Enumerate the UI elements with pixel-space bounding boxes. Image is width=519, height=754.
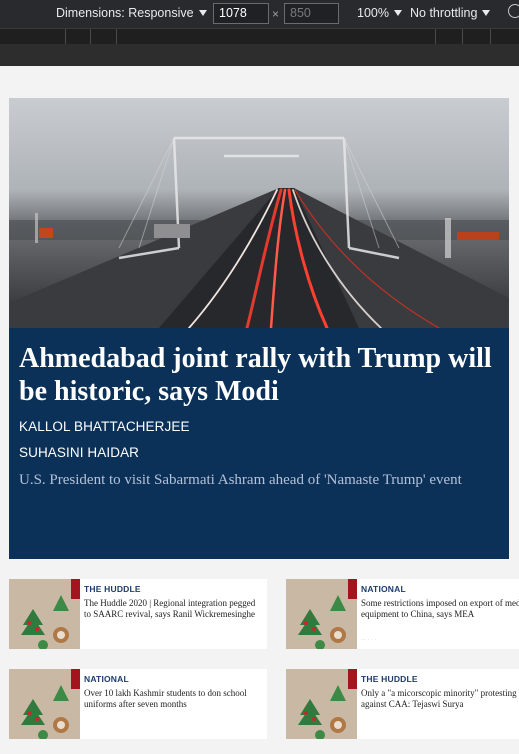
story-headline[interactable]: Only a "a micorscopic minority" protesti…	[361, 688, 519, 710]
section-label[interactable]: NATIONAL	[361, 584, 406, 594]
height-input[interactable]: 850	[284, 3, 339, 24]
section-label[interactable]: NATIONAL	[84, 674, 129, 684]
story-headline[interactable]: The Huddle 2020 | Regional integration p…	[84, 598, 262, 620]
section-label[interactable]: THE HUDDLE	[361, 674, 418, 684]
ruler-tick	[90, 29, 91, 44]
ruler-tick	[462, 29, 463, 44]
story-thumbnail	[286, 579, 357, 649]
author-name[interactable]: KALLOL BHATTACHERJEE	[19, 419, 190, 434]
chevron-down-icon	[482, 10, 491, 16]
zoom-label: 100%	[357, 6, 389, 20]
ruler-tick	[435, 29, 436, 44]
story-thumbnail	[9, 579, 80, 649]
dimensions-label: Dimensions: Responsive	[56, 6, 194, 20]
author-name[interactable]: SUHASINI HAIDAR	[19, 445, 139, 460]
hero-headline[interactable]: Ahmedabad joint rally with Trump will be…	[19, 342, 499, 408]
dimensions-dropdown[interactable]: Dimensions: Responsive	[56, 6, 207, 20]
faint-text: ... . . .	[361, 636, 377, 642]
chevron-down-icon	[198, 10, 207, 16]
chevron-down-icon	[393, 10, 402, 16]
zoom-dropdown[interactable]: 100%	[357, 6, 402, 20]
ruler-tick	[116, 29, 117, 44]
hero-subheadline: U.S. President to visit Sabarmati Ashram…	[19, 472, 462, 488]
times-icon: ×	[272, 7, 280, 21]
media-query-ruler[interactable]	[0, 28, 519, 44]
ruler-tick	[490, 29, 491, 44]
story-card[interactable]: NATIONAL Over 10 lakh Kashmir students t…	[9, 669, 267, 739]
story-headline[interactable]: Some restrictions imposed on export of m…	[361, 598, 519, 620]
ruler-tick	[65, 29, 66, 44]
story-thumbnail	[286, 669, 357, 739]
hero-image	[9, 98, 509, 328]
story-card[interactable]: THE HUDDLE Only a "a micorscopic minorit…	[286, 669, 519, 739]
story-thumbnail	[9, 669, 80, 739]
story-headline[interactable]: Over 10 lakh Kashmir students to don sch…	[84, 688, 262, 710]
throttling-label: No throttling	[410, 6, 478, 20]
width-input[interactable]: 1078	[213, 3, 269, 24]
throttling-dropdown[interactable]: No throttling	[410, 6, 491, 20]
hero-story[interactable]: Ahmedabad joint rally with Trump will be…	[9, 98, 509, 559]
story-card[interactable]: NATIONAL Some restrictions imposed on ex…	[286, 579, 519, 649]
viewport-top-shade	[0, 44, 519, 66]
story-card[interactable]: THE HUDDLE The Huddle 2020 | Regional in…	[9, 579, 267, 649]
section-label[interactable]: THE HUDDLE	[84, 584, 141, 594]
devtools-toolbar: Dimensions: Responsive 1078 × 850 100% N…	[0, 0, 519, 28]
rotate-icon[interactable]	[508, 4, 519, 18]
